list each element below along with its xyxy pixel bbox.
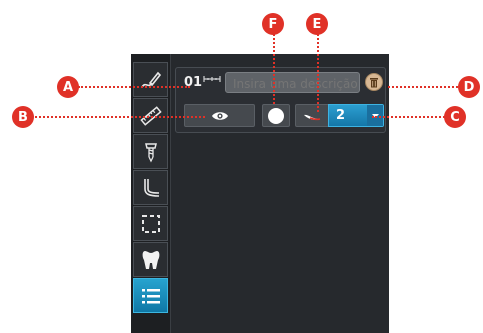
list-tool[interactable] (133, 278, 168, 313)
callout-b: B (12, 106, 34, 128)
selection-icon (141, 214, 160, 233)
callout-b-leader (35, 116, 205, 118)
white-dot-icon (268, 107, 284, 124)
implant-tool[interactable] (133, 134, 168, 169)
line-style-button[interactable] (295, 104, 329, 127)
ruler-small-icon (203, 76, 221, 82)
callout-e: E (306, 13, 328, 35)
eye-icon (211, 111, 228, 120)
callout-a: A (57, 76, 79, 98)
line-style-icon (304, 114, 321, 120)
tooth-tool[interactable] (133, 242, 168, 277)
callout-f: F (262, 13, 284, 35)
trash-icon (370, 77, 378, 87)
delete-button[interactable] (365, 73, 383, 91)
list-icon (141, 288, 160, 303)
tool-sidebar (131, 54, 171, 333)
color-button[interactable] (262, 104, 290, 127)
description-input[interactable] (225, 72, 360, 93)
callout-c-leader (372, 116, 448, 118)
tooth-icon (142, 250, 159, 269)
callout-a-leader (78, 86, 190, 88)
callout-c: C (444, 106, 466, 128)
callout-d: D (458, 76, 480, 98)
pencil-draw-tool[interactable] (133, 62, 168, 97)
curve-icon (143, 178, 159, 197)
curve-tool[interactable] (133, 170, 168, 205)
callout-e-leader (317, 34, 319, 112)
callout-d-leader (388, 86, 466, 88)
selection-tool[interactable] (133, 206, 168, 241)
implant-icon (144, 142, 157, 162)
thickness-value: 2 (336, 108, 346, 123)
callout-f-leader (273, 34, 275, 104)
